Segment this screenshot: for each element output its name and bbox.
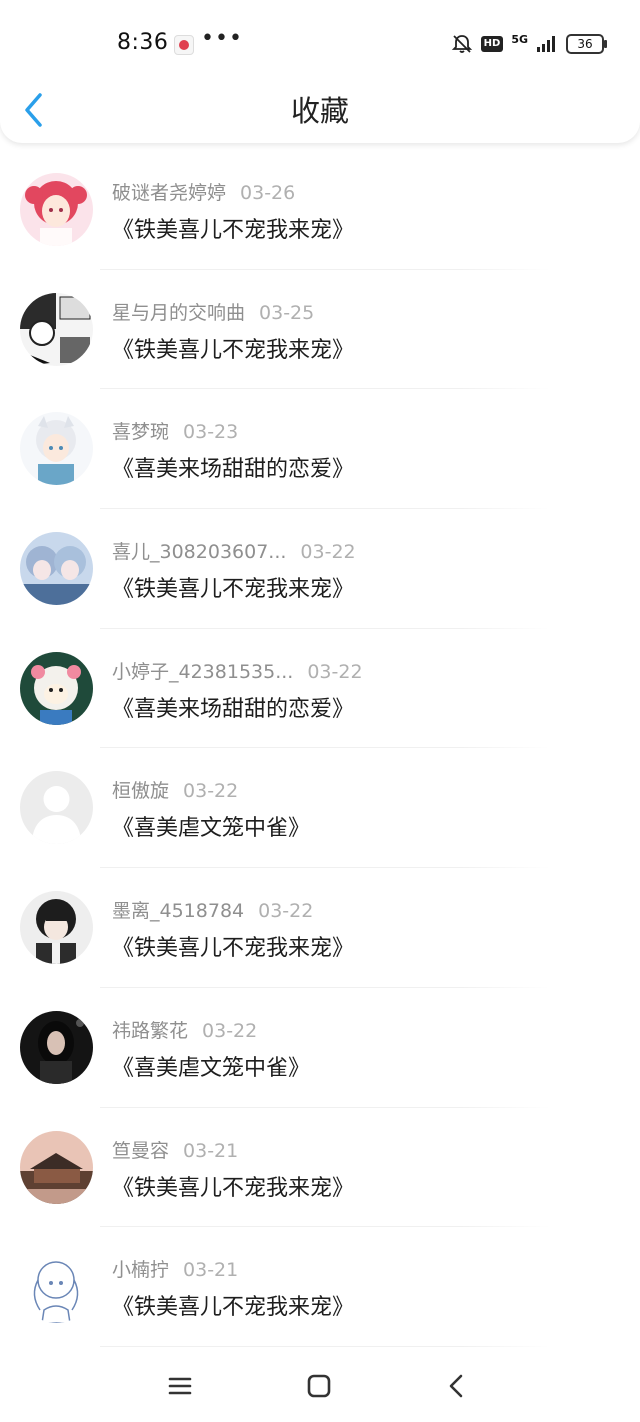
book-title[interactable]: 《铁美喜儿不宠我来宠》 <box>112 1289 354 1321</box>
post-date: 03-21 <box>183 1259 239 1282</box>
status-bar: 8:36 ••• HD 5G 36 <box>0 0 640 80</box>
avatar-landscape-pavilion <box>20 1130 93 1204</box>
user-line: 墨离_4518784 03-22 <box>112 896 313 923</box>
avatar-dark-hair-boy <box>20 891 93 965</box>
list-item[interactable]: 喜梦琬 03-23 《喜美来场甜甜的恋爱》 <box>0 389 640 510</box>
hd-badge: HD <box>480 36 504 52</box>
avatar-manga-panel <box>20 292 93 366</box>
list-item[interactable]: 笪曼容 03-21 《铁美喜儿不宠我来宠》 <box>0 1108 640 1228</box>
user-name[interactable]: 小婷子_42381535... <box>112 657 293 684</box>
back-triangle-icon[interactable] <box>441 1370 473 1402</box>
list-item[interactable]: 小婷子_42381535... 03-22 《喜美来场甜甜的恋爱》 <box>0 629 640 749</box>
more-notifications-icon: ••• <box>201 26 243 51</box>
user-name[interactable]: 墨离_4518784 <box>112 896 244 923</box>
list-item[interactable]: 破谜者尧婷婷 03-26 《铁美喜儿不宠我来宠》 <box>0 150 640 270</box>
avatar-dark-portrait-girl <box>20 1010 93 1084</box>
post-date: 03-22 <box>258 900 314 923</box>
signal-icon <box>537 36 555 52</box>
user-avatar[interactable] <box>20 412 93 486</box>
user-avatar[interactable] <box>20 891 93 965</box>
post-date: 03-22 <box>183 780 239 803</box>
list-item[interactable]: 桓傲旋 03-22 《喜美虐文笼中雀》 <box>0 748 640 869</box>
user-avatar[interactable] <box>20 1250 93 1324</box>
user-line: 祎路繁花 03-22 <box>112 1016 257 1043</box>
avatar-anime-girl-pink-hair <box>20 173 93 246</box>
book-title[interactable]: 《铁美喜儿不宠我来宠》 <box>112 930 354 962</box>
user-name[interactable]: 笪曼容 <box>112 1136 169 1163</box>
list-item[interactable]: 喜儿_308203607... 03-22 《铁美喜儿不宠我来宠》 <box>0 509 640 629</box>
system-nav-bar <box>0 1350 640 1422</box>
avatar-blue-anime-duo <box>20 532 93 606</box>
user-avatar[interactable] <box>20 1010 93 1084</box>
post-date: 03-25 <box>259 301 315 324</box>
book-title[interactable]: 《喜美虐文笼中雀》 <box>112 810 310 842</box>
app-notification-icon <box>174 35 194 55</box>
bell-muted-icon <box>451 35 472 53</box>
list-item[interactable]: 祎路繁花 03-22 《喜美虐文笼中雀》 <box>0 988 640 1108</box>
list-item[interactable]: 小楠拧 03-21 《铁美喜儿不宠我来宠》 <box>0 1227 640 1347</box>
status-icons: HD 5G 36 <box>451 32 607 56</box>
user-name[interactable]: 星与月的交响曲 <box>112 298 245 325</box>
book-title[interactable]: 《铁美喜儿不宠我来宠》 <box>112 332 354 364</box>
avatar-sketch-girl <box>20 1250 93 1324</box>
menu-icon[interactable] <box>164 1370 196 1402</box>
avatar-white-hair-boy <box>20 412 93 486</box>
user-name[interactable]: 喜梦琬 <box>112 417 169 444</box>
list-item[interactable]: 墨离_4518784 03-22 《铁美喜儿不宠我来宠》 <box>0 868 640 988</box>
app-header: 8:36 ••• HD 5G 36 收藏 <box>0 0 640 143</box>
page-title: 收藏 <box>290 94 349 128</box>
user-line: 破谜者尧婷婷 03-26 <box>112 178 295 205</box>
post-date: 03-22 <box>202 1019 258 1042</box>
book-title[interactable]: 《喜美虐文笼中雀》 <box>112 1050 310 1082</box>
book-title[interactable]: 《喜美来场甜甜的恋爱》 <box>112 451 354 483</box>
battery-indicator: 36 <box>566 34 607 54</box>
user-line: 桓傲旋 03-22 <box>112 776 238 803</box>
user-line: 喜儿_308203607... 03-22 <box>112 537 356 564</box>
user-avatar[interactable] <box>20 292 93 366</box>
avatar-default-avatar <box>20 771 93 845</box>
list-item[interactable]: 星与月的交响曲 03-25 《铁美喜儿不宠我来宠》 <box>0 270 640 390</box>
user-line: 喜梦琬 03-23 <box>112 417 238 444</box>
user-line: 笪曼容 03-21 <box>112 1136 238 1163</box>
user-line: 小婷子_42381535... 03-22 <box>112 657 363 684</box>
user-name[interactable]: 破谜者尧婷婷 <box>112 178 226 205</box>
user-avatar[interactable] <box>20 771 93 845</box>
book-title[interactable]: 《铁美喜儿不宠我来宠》 <box>112 212 354 244</box>
user-name[interactable]: 桓傲旋 <box>112 776 169 803</box>
user-name[interactable]: 喜儿_308203607... <box>112 537 286 564</box>
book-title[interactable]: 《铁美喜儿不宠我来宠》 <box>112 1170 354 1202</box>
book-title[interactable]: 《铁美喜儿不宠我来宠》 <box>112 571 354 603</box>
home-square-icon[interactable] <box>303 1370 335 1402</box>
favorites-list: 破谜者尧婷婷 03-26 《铁美喜儿不宠我来宠》 星与月的交响曲 03-25 《铁美… <box>0 150 640 1347</box>
user-name[interactable]: 小楠拧 <box>112 1255 169 1282</box>
book-title[interactable]: 《喜美来场甜甜的恋爱》 <box>112 691 354 723</box>
post-date: 03-26 <box>240 182 296 204</box>
user-avatar[interactable] <box>20 1130 93 1204</box>
user-avatar[interactable] <box>20 532 93 606</box>
user-avatar[interactable] <box>20 173 93 246</box>
user-line: 小楠拧 03-21 <box>112 1255 238 1282</box>
post-date: 03-22 <box>307 660 363 683</box>
network-label: 5G <box>511 32 528 46</box>
post-date: 03-21 <box>183 1139 239 1162</box>
user-name[interactable]: 祎路繁花 <box>112 1016 188 1043</box>
divider <box>100 1345 550 1347</box>
post-date: 03-23 <box>183 421 239 444</box>
status-time: 8:36 <box>117 30 169 55</box>
user-line: 星与月的交响曲 03-25 <box>112 298 314 325</box>
avatar-cartoon-sheep <box>20 651 93 725</box>
post-date: 03-22 <box>300 541 356 564</box>
user-avatar[interactable] <box>20 651 93 725</box>
